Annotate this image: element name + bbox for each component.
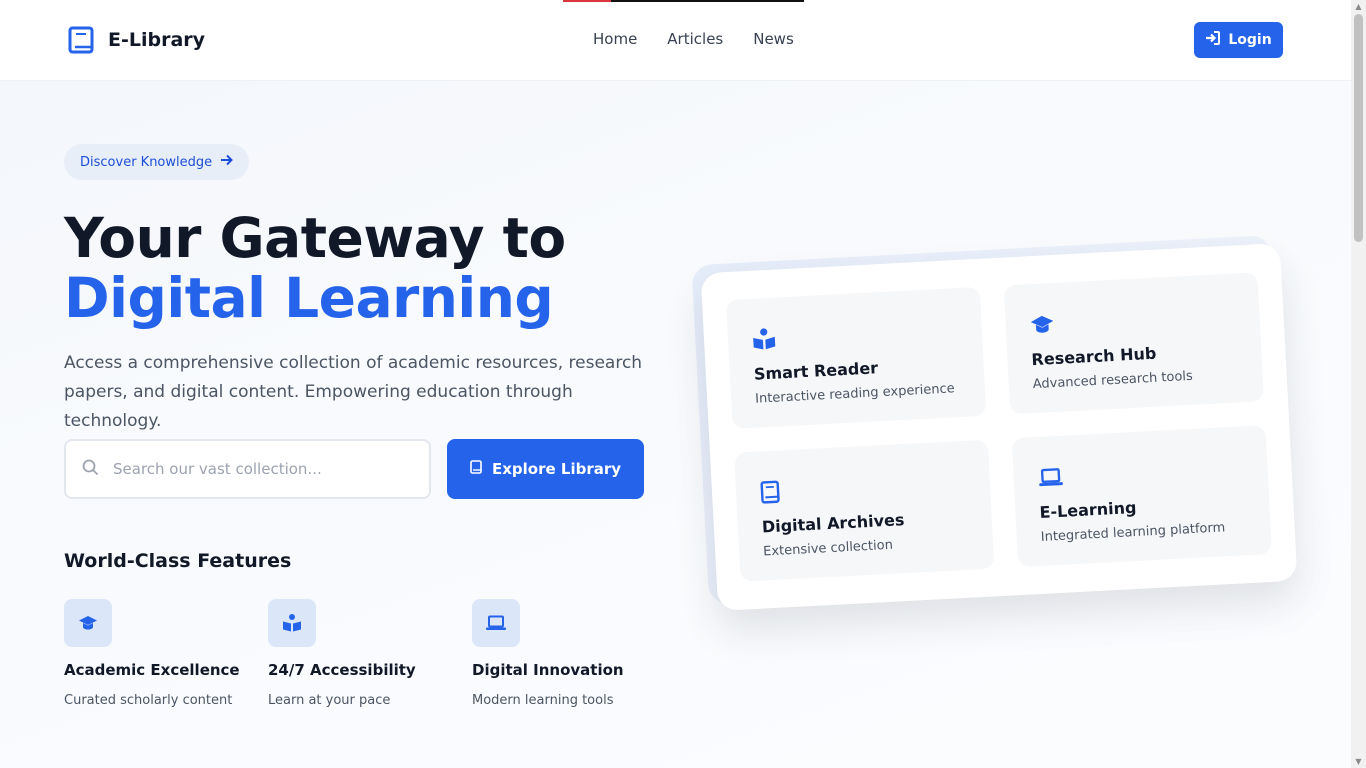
nav-news[interactable]: News [753,30,794,48]
header: E-Library Home Articles News Login [0,0,1351,81]
explore-library-label: Explore Library [491,460,622,478]
hero-title-line2: Digital Learning [64,266,554,330]
nav-home[interactable]: Home [593,30,637,48]
hero-description: Access a comprehensive collection of aca… [64,353,643,431]
tile-research-hub[interactable]: Research Hub Advanced research tools [1003,272,1265,415]
feature-title: Academic Excellence [64,661,240,679]
page-scrollbar[interactable]: ▲ ▼ [1351,0,1366,768]
tile-smart-reader[interactable]: Smart Reader Interactive reading experie… [725,286,987,429]
scroll-down-arrow-icon[interactable]: ▼ [1354,757,1363,766]
tile-e-learning[interactable]: E-Learning Integrated learning platform [1011,425,1273,568]
feature-desc: Curated scholarly content [64,693,233,708]
login-button[interactable]: Login [1194,22,1283,58]
book-icon [759,469,966,506]
discover-badge-label: Discover Knowledge [80,154,213,170]
tile-desc: Interactive reading experience [754,381,956,407]
hero-title: Your Gateway to Digital Learning [64,208,566,328]
graduation-cap-icon [64,599,112,647]
laptop-icon [472,599,520,647]
nav-articles[interactable]: Articles [667,30,723,48]
book-icon [470,460,482,478]
book-reader-icon [268,599,316,647]
tile-desc: Integrated learning platform [1040,520,1226,545]
tile-title: E-Learning [1039,497,1137,522]
page-progress-bar [563,0,804,2]
showcase-card: Smart Reader Interactive reading experie… [700,243,1298,611]
feature-academic-excellence: Academic Excellence Curated scholarly co… [64,599,254,708]
graduation-cap-icon [1029,301,1236,338]
login-label: Login [1228,32,1272,48]
feature-desc: Modern learning tools [472,693,614,708]
tile-title: Digital Archives [761,510,905,537]
brand-name: E-Library [108,29,206,51]
scrollbar-thumb[interactable] [1354,14,1363,242]
explore-library-button[interactable]: Explore Library [447,439,644,499]
tile-desc: Advanced research tools [1032,368,1194,393]
tile-title: Smart Reader [753,358,879,384]
tile-desc: Extensive collection [762,537,894,560]
laptop-icon [1037,454,1244,491]
feature-accessibility: 24/7 Accessibility Learn at your pace [268,599,458,708]
showcase-grid: Smart Reader Interactive reading experie… [725,272,1273,582]
feature-desc: Learn at your pace [268,693,391,708]
brand-logo[interactable]: E-Library [64,24,205,56]
search-input[interactable] [113,460,403,478]
feature-digital-innovation: Digital Innovation Modern learning tools [472,599,662,708]
features-title: World-Class Features [64,550,292,572]
scroll-up-arrow-icon[interactable]: ▲ [1354,2,1363,11]
search-box[interactable] [64,439,431,499]
book-reader-icon [751,316,958,353]
tile-title: Research Hub [1031,343,1157,370]
main-nav: Home Articles News [593,30,794,48]
feature-title: 24/7 Accessibility [268,661,416,679]
page: E-Library Home Articles News Login Disco… [0,0,1351,768]
book-icon [64,24,98,56]
feature-title: Digital Innovation [472,661,624,679]
tile-digital-archives[interactable]: Digital Archives Extensive collection [733,439,995,582]
hero-title-line1: Your Gateway to [64,206,566,270]
discover-badge[interactable]: Discover Knowledge [64,144,250,180]
arrow-right-icon [220,154,234,170]
sign-in-icon [1205,31,1221,49]
search-icon [82,459,99,480]
